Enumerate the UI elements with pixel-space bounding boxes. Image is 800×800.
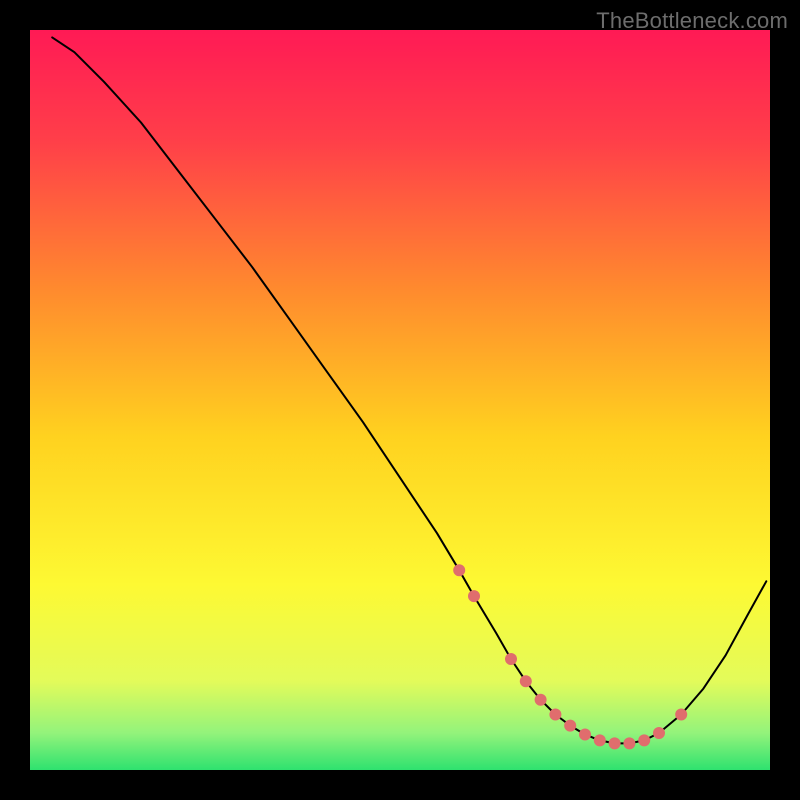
chart-canvas: TheBottleneck.com <box>0 0 800 800</box>
highlight-dot <box>579 728 591 740</box>
highlight-dot <box>520 675 532 687</box>
highlight-dot <box>549 709 561 721</box>
plot-svg <box>30 30 770 770</box>
gradient-background <box>30 30 770 770</box>
highlight-dot <box>453 564 465 576</box>
highlight-dot <box>468 590 480 602</box>
highlight-dot <box>653 727 665 739</box>
plot-area <box>30 30 770 770</box>
highlight-dot <box>623 737 635 749</box>
watermark-text: TheBottleneck.com <box>596 8 788 34</box>
highlight-dot <box>564 720 576 732</box>
highlight-dot <box>609 737 621 749</box>
highlight-dot <box>594 734 606 746</box>
highlight-dot <box>638 734 650 746</box>
highlight-dot <box>505 653 517 665</box>
highlight-dot <box>535 694 547 706</box>
highlight-dot <box>675 709 687 721</box>
